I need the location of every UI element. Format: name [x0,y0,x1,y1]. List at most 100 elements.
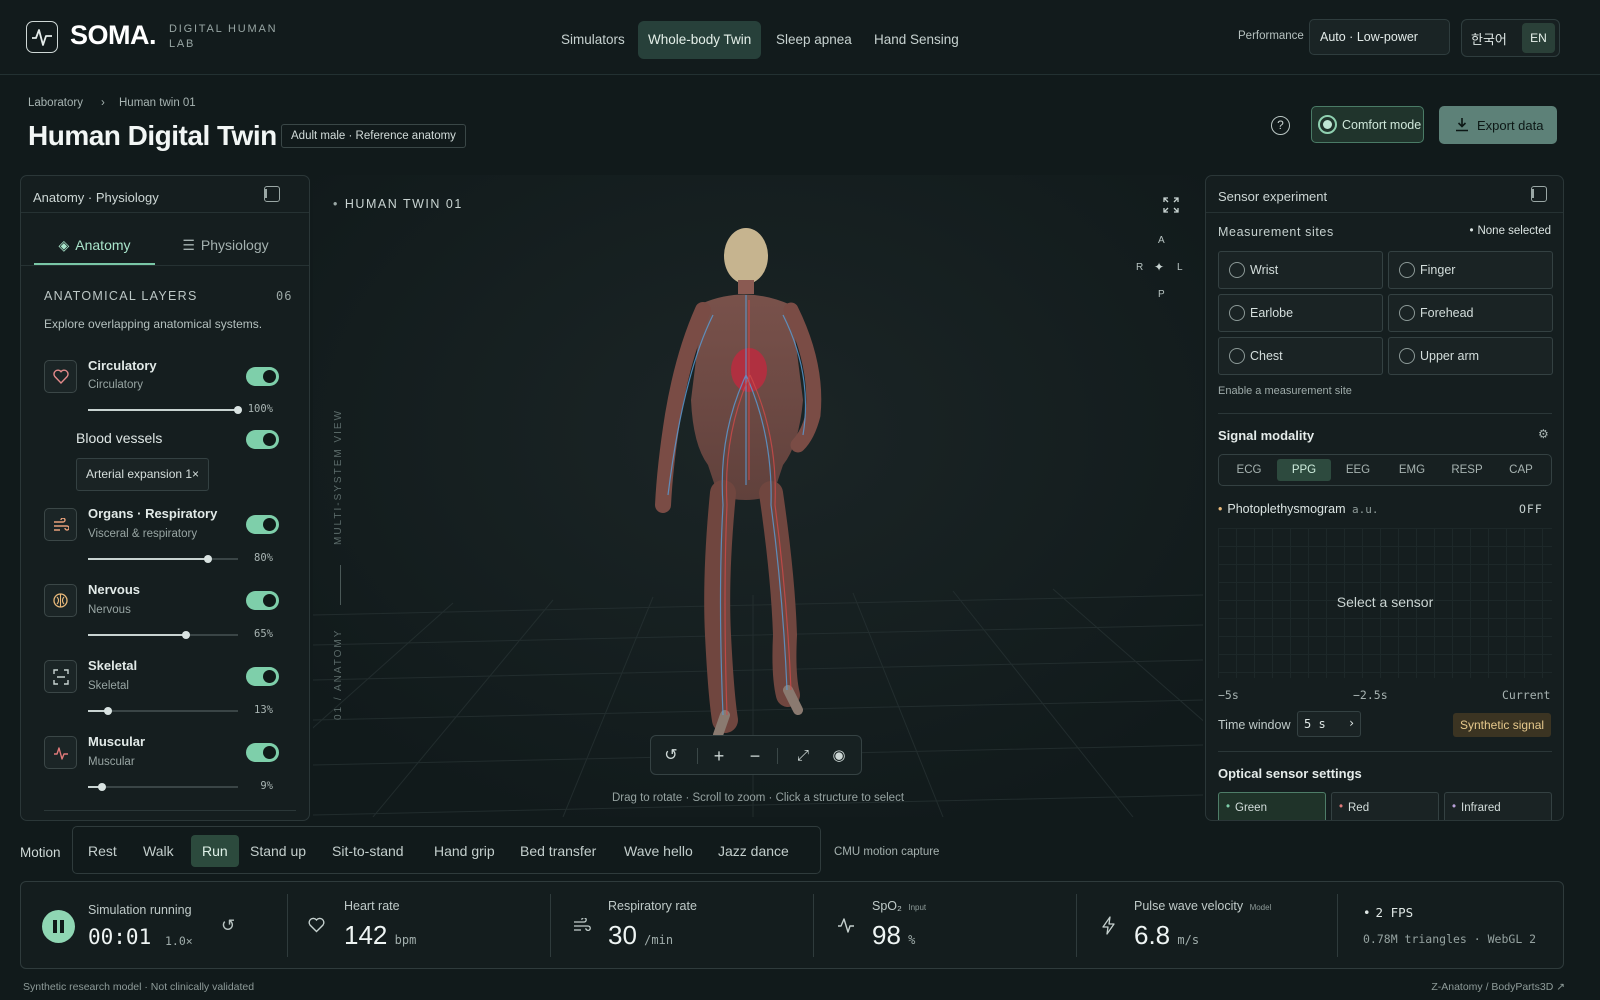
download-icon [1456,118,1468,132]
fullscreen-icon[interactable] [1163,197,1179,213]
restart-icon[interactable]: ↺ [221,916,235,936]
tab-physiology-label: Physiology [200,237,269,253]
chevron-right-icon: › [1349,716,1354,730]
modality-eeg[interactable]: EEG [1332,459,1384,481]
slider-knob[interactable] [97,783,106,791]
motion-bed-transfer[interactable]: Bed transfer [513,835,603,867]
time-window-select[interactable]: 5 s › [1297,711,1361,737]
motion-rest[interactable]: Rest [81,835,124,867]
slider-knob[interactable] [204,555,212,563]
performance-select[interactable]: Auto · Low-power [1309,19,1450,55]
radio-icon [1229,262,1245,278]
heart-icon [44,360,77,393]
layer-muscular-slider[interactable] [88,783,238,791]
fps-dot: • [1363,905,1371,920]
pause-button[interactable] [42,910,75,943]
site-earlobe[interactable]: Earlobe [1218,294,1383,332]
tab-anatomy[interactable]: ◈ Anatomy [34,227,155,265]
modality-ppg[interactable]: PPG [1277,459,1331,481]
logo-pulse-icon[interactable] [26,21,58,53]
modality-emg[interactable]: EMG [1386,459,1438,481]
layer-muscular-toggle[interactable] [246,743,279,762]
divider [1206,212,1563,213]
anatomy-model[interactable] [313,175,1203,817]
compass-icon[interactable]: ✦ [1154,260,1164,274]
divider [777,748,778,764]
site-finger[interactable]: Finger [1388,251,1553,289]
graph-empty-message: Select a sensor [1336,594,1434,610]
zoom-in-icon[interactable]: + [709,746,729,766]
optical-infrared-button[interactable]: • Infrared [1444,792,1552,820]
help-icon[interactable]: ? [1271,116,1290,135]
layer-organs-slider[interactable] [88,555,238,563]
layer-nervous-toggle[interactable] [246,591,279,610]
layer-circulatory-toggle[interactable] [246,367,279,386]
viewer-toolbar: ↺ + − ⤢ ◉ [650,735,862,775]
layer-skeletal-toggle[interactable] [246,667,279,686]
nav-hand-sensing[interactable]: Hand Sensing [864,21,969,59]
reset-view-icon[interactable]: ↺ [661,746,681,766]
slider-knob[interactable] [181,631,190,639]
site-upper-arm[interactable]: Upper arm [1388,337,1553,375]
layer-organs-name: Organs · Respiratory [88,506,218,521]
nav-simulators[interactable]: Simulators [551,21,635,59]
layer-skeletal-slider[interactable] [88,707,238,715]
breadcrumb-laboratory[interactable]: Laboratory [28,97,83,109]
layer-organs-toggle[interactable] [246,515,279,534]
settings-sliders-icon[interactable]: ⚙ [1538,427,1549,441]
comfort-mode-toggle[interactable]: Comfort mode [1311,106,1424,143]
fps-value: 2 FPS [1375,905,1414,920]
brand-name[interactable]: SOMA. [70,20,157,51]
eye-icon[interactable]: ◉ [829,746,849,766]
site-wrist[interactable]: Wrist [1218,251,1383,289]
tab-physiology[interactable]: ☰ Physiology [165,227,286,265]
optical-red-button[interactable]: • Red [1331,792,1439,820]
3d-viewer[interactable]: • HUMAN TWIN 01 MULTI-SYSTEM VIEW 01 / AN… [313,175,1203,817]
expand-icon[interactable]: ⤢ [793,746,813,766]
motion-hand-grip[interactable]: Hand grip [427,835,502,867]
motion-sit-to-stand[interactable]: Sit-to-stand [325,835,411,867]
modality-ecg[interactable]: ECG [1223,459,1275,481]
vertical-label-system: MULTI-SYSTEM VIEW [333,408,344,545]
optical-green-button[interactable]: • Green [1218,792,1326,820]
motion-source: CMU motion capture [834,846,940,858]
lang-en-button[interactable]: EN [1522,23,1555,53]
export-data-button[interactable]: Export data [1439,106,1557,144]
motion-stand-up[interactable]: Stand up [243,835,313,867]
motion-run[interactable]: Run [191,835,239,867]
motion-jazz-dance[interactable]: Jazz dance [711,835,796,867]
spo2-value: 98 % [872,920,915,951]
spo2-label-text: SpO₂ [872,899,902,913]
simulation-time: 00:01 [88,925,152,949]
nav-whole-body-twin[interactable]: Whole-body Twin [638,21,762,59]
signal-unit: a.u. [1352,503,1379,516]
layer-circulatory-slider[interactable] [88,406,242,414]
footer-credits-link[interactable]: Z-Anatomy / BodyParts3D ↗ [1431,981,1565,993]
radio-icon [1229,305,1245,321]
respiratory-rate-unit: /min [644,933,674,947]
zoom-out-icon[interactable]: − [745,746,765,766]
nav-sleep-apnea[interactable]: Sleep apnea [766,21,862,59]
modality-cap[interactable]: CAP [1495,459,1547,481]
layer-nervous-slider[interactable] [88,631,238,639]
time-window-label: Time window [1218,718,1291,732]
optical-red-label: Red [1348,802,1370,814]
lang-ko-button[interactable]: 한국어 [1471,29,1507,48]
collapse-left-panel-icon[interactable] [264,186,280,202]
collapse-right-panel-icon[interactable] [1531,186,1547,202]
motion-walk[interactable]: Walk [136,835,181,867]
arterial-expansion-select[interactable]: Arterial expansion 1× [76,458,210,491]
pwv-number: 6.8 [1134,920,1171,950]
site-label: Chest [1250,349,1283,363]
status-dot: • [333,197,339,211]
left-panel-title: Anatomy · Physiology [33,190,159,205]
breadcrumb-separator-icon: › [101,97,105,109]
blood-vessels-toggle[interactable] [246,430,279,449]
spo2-number: 98 [872,920,901,950]
motion-wave-hello[interactable]: Wave hello [617,835,700,867]
site-forehead[interactable]: Forehead [1388,294,1553,332]
modality-resp[interactable]: RESP [1441,459,1493,481]
site-chest[interactable]: Chest [1218,337,1383,375]
site-label: Wrist [1250,263,1279,277]
slider-knob[interactable] [103,707,112,715]
